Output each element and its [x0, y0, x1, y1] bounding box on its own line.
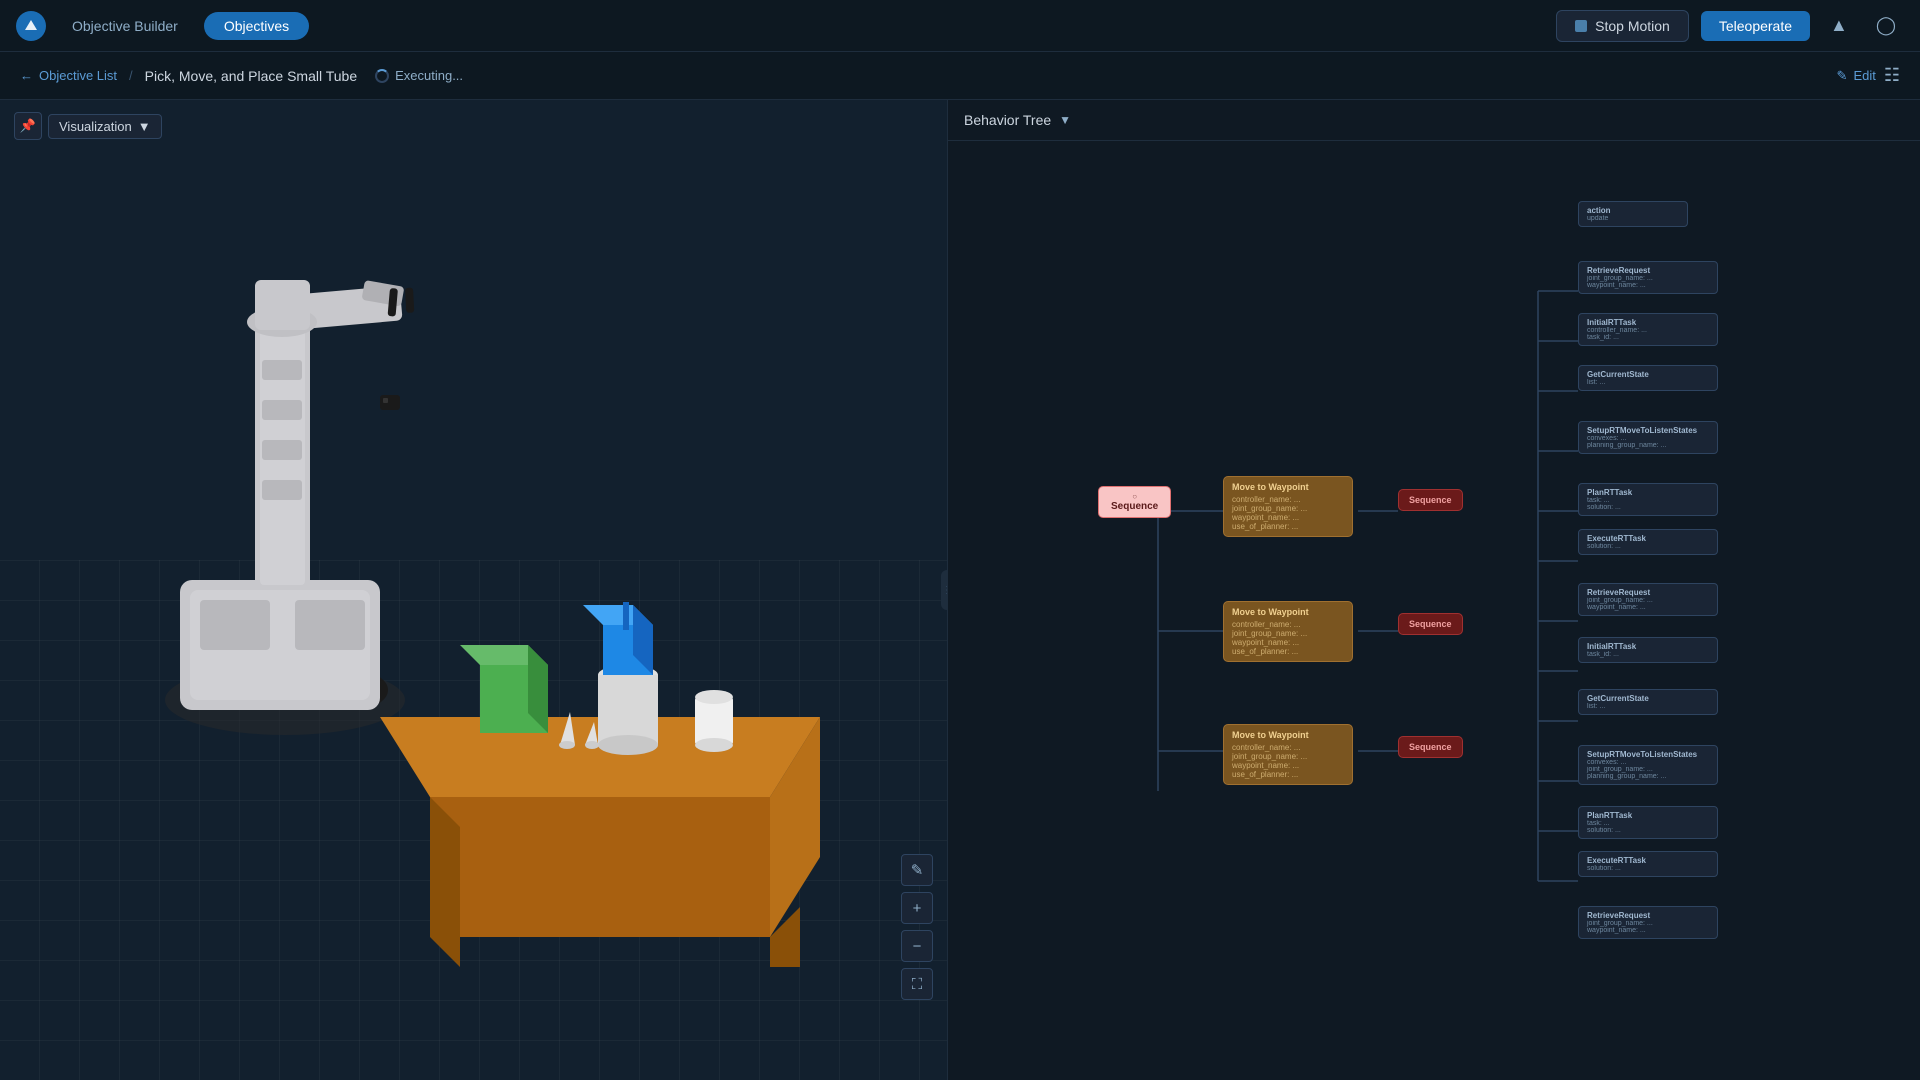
edit-icon: ✎ — [1837, 68, 1848, 84]
bt-node-moveto-listenstates-1[interactable]: SetupRTMoveToListenStates convexes: ... … — [1578, 421, 1718, 454]
viz-fullscreen-button[interactable]: ⛶ — [901, 968, 933, 1000]
zoom-in-icon: + — [913, 900, 922, 917]
executing-badge: Executing... — [375, 68, 463, 83]
bt-node-planrt-1[interactable]: PlanRTTask task: ... solution: ... — [1578, 483, 1718, 516]
user-button[interactable]: ◯ — [1868, 11, 1904, 40]
viz-zoom-out-button[interactable]: − — [901, 930, 933, 962]
viz-edit-button[interactable]: ✎ — [901, 854, 933, 886]
bt-node-executert-2[interactable]: ExecuteRTTask solution: ... — [1578, 851, 1718, 877]
bt-fallback-2[interactable]: Sequence — [1398, 613, 1463, 635]
pencil-icon: ✎ — [911, 861, 924, 879]
objective-builder-nav-btn[interactable]: Objective Builder — [58, 12, 192, 40]
viz-zoom-in-button[interactable]: + — [901, 892, 933, 924]
objectives-nav-btn[interactable]: Objectives — [204, 12, 309, 40]
viz-toolbar: 📌 Visualization ▼ — [14, 112, 162, 140]
main-content: 📌 Visualization ▼ — [0, 100, 1920, 1080]
table-scene — [350, 597, 850, 1020]
fullscreen-icon: ⛶ — [912, 976, 923, 993]
chevron-down-icon: ▼ — [138, 119, 151, 134]
bt-node-init-2[interactable]: InitialRTTask task_id: ... — [1578, 637, 1718, 663]
bt-node-retrieve-request-3[interactable]: RetrieveRequest joint_group_name: ... wa… — [1578, 906, 1718, 939]
3d-scene — [0, 100, 947, 1080]
bt-canvas[interactable]: ○ Sequence Move to Waypoint controller_n… — [948, 141, 1920, 1069]
bt-node-planrt-2[interactable]: PlanRTTask task: ... solution: ... — [1578, 806, 1718, 839]
viz-pin-button[interactable]: 📌 — [14, 112, 42, 140]
viz-dropdown[interactable]: Visualization ▼ — [48, 114, 162, 139]
bt-fallback-3[interactable]: Sequence — [1398, 736, 1463, 758]
edit-button[interactable]: ✎ Edit — [1837, 68, 1876, 84]
breadcrumb-title: Pick, Move, and Place Small Tube — [145, 68, 357, 84]
bt-node-moveto-listenstates-2[interactable]: SetupRTMoveToListenStates convexes: ... … — [1578, 745, 1718, 785]
bell-icon: ▲ — [1830, 15, 1848, 35]
stop-icon — [1575, 20, 1587, 32]
layout-icon: ☷ — [1884, 65, 1900, 85]
layout-toggle-button[interactable]: ☷ — [1884, 65, 1900, 86]
bt-header: Behavior Tree ▼ — [948, 100, 1920, 141]
pin-icon: 📌 — [20, 118, 36, 134]
top-nav: Objective Builder Objectives Stop Motion… — [0, 0, 1920, 52]
bt-fallback-1[interactable]: Sequence — [1398, 489, 1463, 511]
bt-action-move-waypoint-1[interactable]: Move to Waypoint controller_name: ... jo… — [1223, 476, 1353, 537]
back-to-objective-list[interactable]: ← Objective List — [20, 68, 117, 83]
nav-logo[interactable] — [16, 11, 46, 41]
bt-action-move-waypoint-3[interactable]: Move to Waypoint controller_name: ... jo… — [1223, 724, 1353, 785]
bt-action-move-waypoint-2[interactable]: Move to Waypoint controller_name: ... jo… — [1223, 601, 1353, 662]
user-icon: ◯ — [1876, 15, 1896, 35]
breadcrumb-bar: ← Objective List / Pick, Move, and Place… — [0, 52, 1920, 100]
bt-title: Behavior Tree — [964, 112, 1051, 128]
sequence-node-main[interactable]: ○ Sequence — [1098, 486, 1171, 518]
visualization-panel: 📌 Visualization ▼ — [0, 100, 948, 1080]
stop-motion-button[interactable]: Stop Motion — [1556, 10, 1689, 42]
behavior-tree-panel: Behavior Tree ▼ — [948, 100, 1920, 1080]
breadcrumb-separator: / — [129, 68, 133, 83]
bt-node-getcurrent-2[interactable]: GetCurrentState list: ... — [1578, 689, 1718, 715]
bt-node-init-1[interactable]: InitialRTTask controller_name: ... task_… — [1578, 313, 1718, 346]
bt-chevron-icon[interactable]: ▼ — [1059, 113, 1071, 127]
zoom-out-icon: − — [913, 938, 922, 955]
teleoperate-button[interactable]: Teleoperate — [1701, 11, 1810, 41]
bt-node-retrieve-request-2[interactable]: RetrieveRequest joint_group_name: ... wa… — [1578, 583, 1718, 616]
viz-side-icons: ✎ + − ⛶ — [901, 854, 933, 1000]
bt-node-getcurrent-1[interactable]: GetCurrentState list: ... — [1578, 365, 1718, 391]
bt-node-r1[interactable]: action update — [1578, 201, 1688, 227]
bt-node-request-1[interactable]: RetrieveRequest joint_group_name: ... wa… — [1578, 261, 1718, 294]
executing-spinner — [375, 69, 389, 83]
bt-node-executert-1[interactable]: ExecuteRTTask solution: ... — [1578, 529, 1718, 555]
notification-button[interactable]: ▲ — [1822, 11, 1856, 40]
panel-resize-handle[interactable]: ⋮ — [941, 570, 948, 610]
back-arrow-icon: ← — [20, 68, 33, 83]
